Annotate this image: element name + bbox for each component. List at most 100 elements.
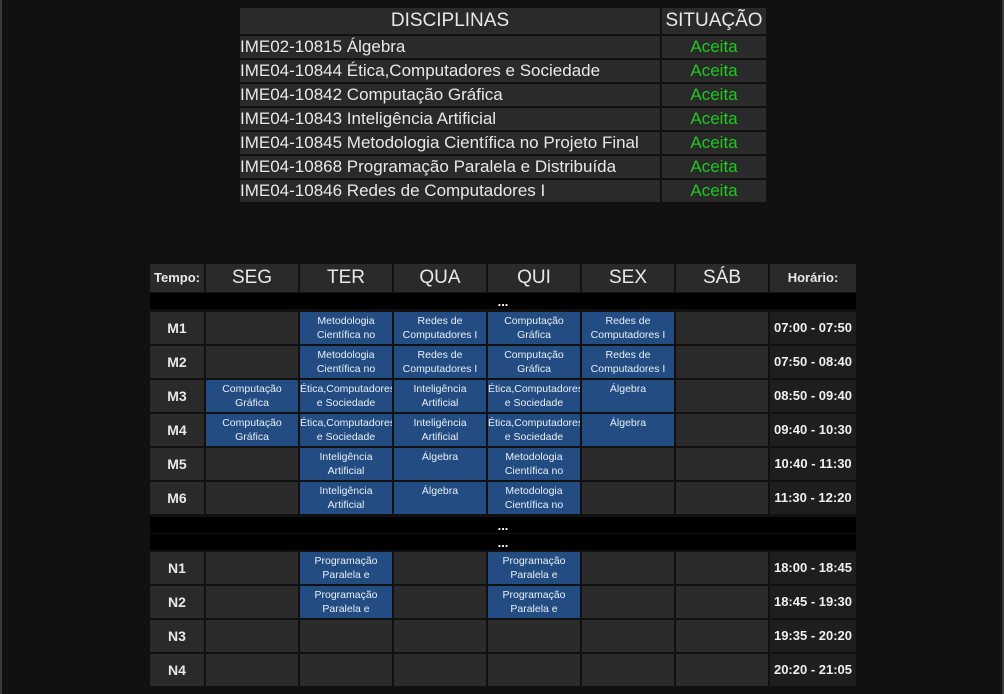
empty-slot	[582, 586, 674, 618]
schedule-row: M5 Inteligência Artificial Álgebra Metodolo…	[150, 448, 856, 480]
schedule-row: N2 Programação Paralela e Programação Para…	[150, 586, 856, 618]
class-block[interactable]: Metodologia Científica no	[300, 346, 392, 378]
class-block[interactable]: Programação Paralela e	[488, 586, 580, 618]
class-block[interactable]: Álgebra	[582, 414, 674, 446]
left-border	[0, 0, 2, 694]
day-header-sab: SÁB	[676, 264, 768, 292]
empty-slot	[206, 482, 298, 514]
schedule-row: M2 Metodologia Científica no Redes de Comp…	[150, 346, 856, 378]
empty-slot	[676, 448, 768, 480]
class-block[interactable]: Inteligência Artificial	[394, 380, 486, 412]
empty-slot	[206, 346, 298, 378]
discipline-name: IME04-10846 Redes de Computadores I	[240, 180, 660, 202]
class-block[interactable]: Metodologia Científica no	[300, 312, 392, 344]
discipline-name: IME02-10815 Álgebra	[240, 36, 660, 58]
class-block[interactable]: Redes de Computadores I	[394, 346, 486, 378]
day-header-ter: TER	[300, 264, 392, 292]
empty-slot	[488, 654, 580, 686]
class-block[interactable]: Programação Paralela e	[300, 586, 392, 618]
empty-slot	[582, 482, 674, 514]
class-block[interactable]: Programação Paralela e	[300, 552, 392, 584]
empty-slot	[676, 654, 768, 686]
period-label: N1	[150, 552, 204, 584]
period-label: M5	[150, 448, 204, 480]
empty-slot	[206, 448, 298, 480]
class-block[interactable]: Metodologia Científica no	[488, 482, 580, 514]
class-block[interactable]: Computação Gráfica	[206, 414, 298, 446]
schedule-gap-row: ...	[150, 534, 856, 550]
empty-slot	[676, 586, 768, 618]
empty-slot	[206, 312, 298, 344]
discipline-status: Aceita	[660, 156, 766, 178]
disciplines-header: DISCIPLINAS	[240, 8, 660, 34]
period-label: M1	[150, 312, 204, 344]
empty-slot	[582, 552, 674, 584]
discipline-row: IME04-10845 Metodologia Científica no Pr…	[240, 132, 766, 154]
empty-slot	[300, 654, 392, 686]
empty-slot	[394, 586, 486, 618]
period-label: M2	[150, 346, 204, 378]
schedule-row: M6 Inteligência Artificial Álgebra Metodolo…	[150, 482, 856, 514]
period-label: M6	[150, 482, 204, 514]
class-block[interactable]: Álgebra	[394, 482, 486, 514]
empty-slot	[582, 654, 674, 686]
empty-slot	[676, 380, 768, 412]
empty-slot	[676, 620, 768, 652]
empty-slot	[582, 620, 674, 652]
class-block[interactable]: Redes de Computadores I	[394, 312, 486, 344]
empty-slot	[300, 620, 392, 652]
class-block[interactable]: Álgebra	[582, 380, 674, 412]
discipline-status: Aceita	[660, 180, 766, 202]
empty-slot	[676, 552, 768, 584]
discipline-row: IME04-10844 Ética,Computadores e Socieda…	[240, 60, 766, 82]
discipline-status: Aceita	[660, 60, 766, 82]
class-block[interactable]: Metodologia Científica no	[488, 448, 580, 480]
class-block[interactable]: Ética,Computadores e Sociedade	[300, 414, 392, 446]
day-header-qua: QUA	[394, 264, 486, 292]
time-range: 19:35 - 20:20	[770, 620, 856, 652]
day-header-qui: QUI	[488, 264, 580, 292]
empty-slot	[676, 414, 768, 446]
empty-slot	[206, 586, 298, 618]
empty-slot	[582, 448, 674, 480]
horario-header: Horário:	[770, 264, 856, 292]
schedule-row: N3 19:35 - 20:20	[150, 620, 856, 652]
class-block[interactable]: Programação Paralela e	[488, 552, 580, 584]
period-label: N4	[150, 654, 204, 686]
discipline-name: IME04-10843 Inteligência Artificial	[240, 108, 660, 130]
schedule-row: M4 Computação Gráfica Ética,Computadores e…	[150, 414, 856, 446]
class-block[interactable]: Inteligência Artificial	[394, 414, 486, 446]
class-block[interactable]: Redes de Computadores I	[582, 346, 674, 378]
class-block[interactable]: Inteligência Artificial	[300, 448, 392, 480]
time-range: 07:50 - 08:40	[770, 346, 856, 378]
disciplines-header-row: DISCIPLINAS SITUAÇÃO	[240, 8, 766, 34]
class-block[interactable]: Ética,Computadores e Sociedade	[300, 380, 392, 412]
class-block[interactable]: Álgebra	[394, 448, 486, 480]
day-header-sex: SEX	[582, 264, 674, 292]
empty-slot	[206, 654, 298, 686]
schedule-gap-row: ...	[150, 517, 856, 533]
schedule-row: N1 Programação Paralela e Programação Para…	[150, 552, 856, 584]
class-block[interactable]: Redes de Computadores I	[582, 312, 674, 344]
period-label: M4	[150, 414, 204, 446]
class-block[interactable]: Computação Gráfica	[488, 312, 580, 344]
time-range: 08:50 - 09:40	[770, 380, 856, 412]
empty-slot	[206, 552, 298, 584]
discipline-name: IME04-10868 Programação Paralela e Distr…	[240, 156, 660, 178]
schedule-row: M1 Metodologia Científica no Redes de Comp…	[150, 312, 856, 344]
discipline-row: IME04-10842 Computação Gráfica Aceita	[240, 84, 766, 106]
discipline-row: IME04-10843 Inteligência Artificial Aceit…	[240, 108, 766, 130]
discipline-row: IME04-10846 Redes de Computadores I Aceit…	[240, 180, 766, 202]
empty-slot	[676, 312, 768, 344]
class-block[interactable]: Ética,Computadores e Sociedade	[488, 380, 580, 412]
time-range: 20:20 - 21:05	[770, 654, 856, 686]
status-header: SITUAÇÃO	[660, 8, 766, 34]
class-block[interactable]: Ética,Computadores e Sociedade	[488, 414, 580, 446]
class-block[interactable]: Computação Gráfica	[488, 346, 580, 378]
empty-slot	[676, 482, 768, 514]
class-block[interactable]: Inteligência Artificial	[300, 482, 392, 514]
discipline-name: IME04-10842 Computação Gráfica	[240, 84, 660, 106]
class-block[interactable]: Computação Gráfica	[206, 380, 298, 412]
empty-slot	[488, 620, 580, 652]
period-label: M3	[150, 380, 204, 412]
